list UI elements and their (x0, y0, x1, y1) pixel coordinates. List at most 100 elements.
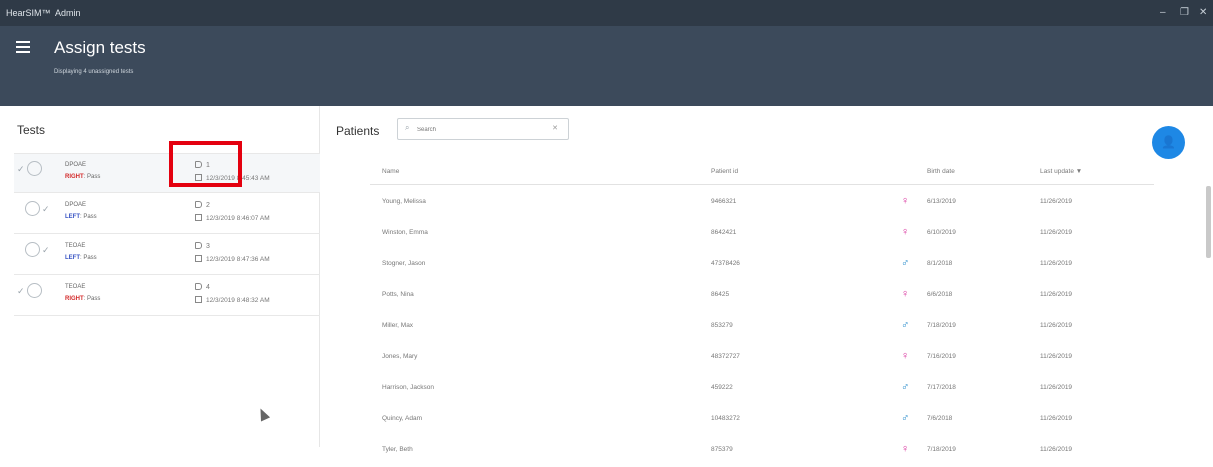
test-row[interactable]: ✓ TEOAE LEFT: Pass 3 12/3/2019 8:47:36 A… (14, 235, 320, 275)
test-row[interactable]: ✓ DPOAE LEFT: Pass 2 12/3/2019 8:46:07 A… (14, 194, 320, 234)
clear-icon[interactable]: ✕ (552, 124, 558, 132)
test-result: LEFT: Pass (65, 255, 97, 261)
tag-icon (195, 283, 202, 290)
tag-icon (195, 201, 202, 208)
test-name: TEOAE (65, 284, 86, 290)
ear-icon: ✓ (17, 283, 49, 299)
female-icon: ♀ (901, 443, 910, 455)
minimize-icon[interactable]: – (1160, 7, 1166, 18)
patient-name: Miller, Max (382, 322, 414, 329)
patient-last-update: 11/26/2019 (1040, 353, 1073, 360)
calendar-icon (195, 214, 202, 221)
column-birth-date[interactable]: Birth date (927, 168, 955, 175)
patient-id: 10483272 (711, 415, 740, 422)
patient-birth-date: 6/10/2019 (927, 229, 956, 236)
patient-birth-date: 7/17/2018 (927, 384, 956, 391)
patient-last-update: 11/26/2019 (1040, 415, 1073, 422)
scrollbar[interactable] (1206, 186, 1211, 258)
patient-name: Young, Melissa (382, 198, 426, 205)
patient-last-update: 11/26/2019 (1040, 446, 1073, 453)
user-name: Admin (55, 8, 81, 18)
patient-name: Stogner, Jason (382, 260, 426, 267)
test-row[interactable]: ✓ TEOAE RIGHT: Pass 4 12/3/2019 8:48:32 … (14, 276, 320, 316)
patient-birth-date: 7/16/2019 (927, 353, 956, 360)
male-icon: ♂ (901, 412, 910, 424)
test-name: DPOAE (65, 162, 87, 168)
patient-last-update: 11/26/2019 (1040, 260, 1073, 267)
patient-id: 9466321 (711, 198, 737, 205)
patient-last-update: 11/26/2019 (1040, 322, 1073, 329)
table-row[interactable]: Winston, Emma 8642421 6/10/2019 11/26/2019 ♀ (370, 219, 1154, 250)
patient-birth-date: 7/18/2019 (927, 446, 956, 453)
add-patient-button[interactable]: 👤 (1152, 126, 1185, 159)
patient-last-update: 11/26/2019 (1040, 229, 1073, 236)
patient-name: Tyler, Beth (382, 446, 413, 453)
table-row[interactable]: Stogner, Jason 47378426 8/1/2018 11/26/2019… (370, 250, 1154, 281)
male-icon: ♂ (901, 319, 910, 331)
test-result: RIGHT: Pass (65, 174, 101, 180)
patient-id: 459222 (711, 384, 733, 391)
patient-id: 875379 (711, 446, 733, 453)
column-last-update[interactable]: Last update ▼ (1040, 168, 1082, 175)
female-icon: ♀ (901, 195, 910, 207)
patient-id: 853279 (711, 322, 733, 329)
female-icon: ♀ (901, 226, 910, 238)
table-row[interactable]: Young, Melissa 9466321 6/13/2019 11/26/2019… (370, 188, 1154, 219)
close-icon[interactable]: ✕ (1199, 7, 1207, 18)
table-row[interactable]: Miller, Max 853279 7/18/2019 11/26/2019 ♂ (370, 312, 1154, 343)
patient-name: Jones, Mary (382, 353, 418, 360)
highlight-box (169, 141, 242, 187)
add-person-icon: 👤 (1161, 135, 1176, 149)
calendar-icon (195, 296, 202, 303)
patient-last-update: 11/26/2019 (1040, 198, 1073, 205)
patient-birth-date: 6/13/2019 (927, 198, 956, 205)
tag-icon (195, 242, 202, 249)
male-icon: ♂ (901, 381, 910, 393)
page-title: Assign tests (54, 38, 146, 57)
search-box[interactable]: ⌕ ✕ (397, 118, 569, 140)
patients-title: Patients (336, 124, 380, 138)
page-header: Assign tests Displaying 4 unassigned tes… (0, 26, 1213, 106)
female-icon: ♀ (901, 288, 910, 300)
table-row[interactable]: Harrison, Jackson 459222 7/17/2018 11/26/20… (370, 374, 1154, 405)
column-patient-id[interactable]: Patient id (711, 168, 738, 175)
calendar-icon (195, 255, 202, 262)
patient-birth-date: 6/6/2018 (927, 291, 953, 298)
patient-id: 86425 (711, 291, 730, 298)
test-result: LEFT: Pass (65, 214, 97, 220)
test-date: 12/3/2019 8:46:07 AM (195, 214, 270, 222)
hamburger-icon[interactable] (16, 41, 30, 53)
table-row[interactable]: Quincy, Adam 10483272 7/6/2018 11/26/2019 ♂ (370, 405, 1154, 436)
test-date: 12/3/2019 8:47:36 AM (195, 255, 270, 263)
titlebar: HearSIM™ Admin – ❐ ✕ (0, 0, 1213, 26)
test-date: 12/3/2019 8:48:32 AM (195, 296, 270, 304)
patient-name: Quincy, Adam (382, 415, 422, 422)
test-id: 3 (195, 242, 210, 250)
patient-last-update: 11/26/2019 (1040, 384, 1073, 391)
tests-panel: Tests ✓ DPOAE RIGHT: Pass 1 12/3/2019 8:… (0, 106, 320, 447)
column-name[interactable]: Name (382, 168, 399, 175)
ear-icon: ✓ (25, 242, 57, 258)
table-row[interactable]: Jones, Mary 48372727 7/16/2019 11/26/2019 ♀ (370, 343, 1154, 374)
patient-name: Potts, Nina (382, 291, 414, 298)
patient-id: 8642421 (711, 229, 737, 236)
test-id: 2 (195, 201, 210, 209)
test-row[interactable]: ✓ DPOAE RIGHT: Pass 1 12/3/2019 8:45:43 … (14, 153, 320, 193)
patient-birth-date: 7/6/2018 (927, 415, 953, 422)
restore-icon[interactable]: ❐ (1180, 7, 1189, 18)
tests-title: Tests (17, 123, 46, 137)
patient-last-update: 11/26/2019 (1040, 291, 1073, 298)
ear-icon: ✓ (25, 201, 57, 217)
patient-name: Harrison, Jackson (382, 384, 435, 391)
search-input[interactable] (417, 124, 547, 136)
patient-id: 47378426 (711, 260, 740, 267)
page-subtitle: Displaying 4 unassigned tests (54, 69, 134, 75)
table-row[interactable]: Potts, Nina 86425 6/6/2018 11/26/2019 ♀ (370, 281, 1154, 312)
male-icon: ♂ (901, 257, 910, 269)
test-name: DPOAE (65, 202, 87, 208)
patient-birth-date: 7/18/2019 (927, 322, 956, 329)
test-id: 4 (195, 283, 210, 291)
test-name: TEOAE (65, 243, 86, 249)
table-row[interactable]: Tyler, Beth 875379 7/18/2019 11/26/2019 ♀ (370, 436, 1154, 467)
app-name: HearSIM™ (6, 8, 51, 18)
